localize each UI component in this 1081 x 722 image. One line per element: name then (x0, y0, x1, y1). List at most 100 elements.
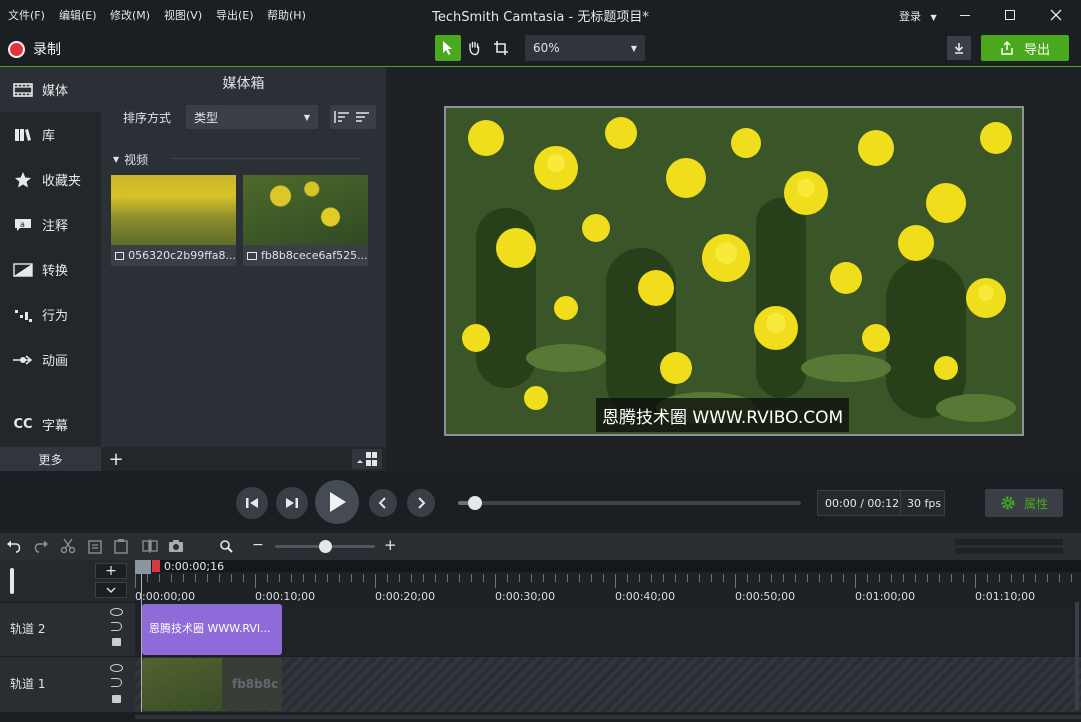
export-label: 导出 (1023, 42, 1050, 58)
menu-file[interactable]: 文件(F) (8, 7, 45, 23)
redo-button[interactable] (33, 538, 49, 557)
horizontal-scrollbar[interactable] (0, 712, 1081, 722)
sort-order-toggle[interactable] (330, 105, 376, 129)
menu-edit[interactable]: 编辑(E) (59, 7, 97, 23)
redo-icon (34, 540, 48, 553)
step-back-button[interactable] (236, 487, 268, 519)
cut-button[interactable] (60, 538, 76, 557)
ruler-tick (795, 574, 796, 582)
vertical-scrollbar[interactable] (1075, 602, 1079, 710)
properties-button[interactable]: 属性 (985, 489, 1063, 517)
view-mode-button[interactable] (352, 449, 382, 469)
media-item[interactable]: fb8b8cece6af525... (243, 175, 368, 266)
link-icon[interactable] (111, 622, 122, 631)
previous-button[interactable] (369, 489, 397, 517)
track-name: 轨道 2 (10, 622, 46, 636)
playhead-start-marker[interactable] (135, 560, 151, 574)
link-icon[interactable] (111, 678, 122, 687)
track-options-button[interactable] (95, 582, 127, 598)
menu-help[interactable]: 帮助(H) (267, 7, 306, 23)
ruler-tick (555, 574, 556, 582)
sidebar-item-behaviors[interactable]: 行为 (0, 292, 101, 337)
lock-icon[interactable] (112, 695, 121, 703)
login-button[interactable]: 登录 ▼ (899, 8, 937, 24)
more-button[interactable]: 更多 (0, 447, 101, 471)
playhead-end-marker[interactable] (152, 560, 160, 572)
chevron-left-icon (378, 497, 386, 509)
close-button[interactable] (1034, 0, 1078, 30)
copy-button[interactable] (88, 539, 102, 557)
sidebar-item-library[interactable]: 库 (0, 112, 101, 157)
ruler-tick (1011, 574, 1012, 582)
section-header-video[interactable]: ▼ 视频 (113, 151, 148, 168)
pan-tool[interactable] (461, 35, 487, 61)
track-lane-1[interactable]: fb8b8c (135, 656, 1081, 712)
zoom-in-button[interactable]: + (384, 536, 397, 554)
track-height-slider[interactable] (10, 568, 14, 594)
track-header-2[interactable]: 轨道 2 (0, 602, 135, 656)
maximize-button[interactable] (988, 0, 1032, 30)
sort-select[interactable]: 类型 ▼ (186, 105, 318, 129)
zoom-select[interactable]: 60% ▼ (525, 35, 645, 61)
download-button[interactable] (947, 36, 971, 60)
camera-icon (169, 540, 183, 552)
annotation-icon: a (12, 216, 34, 234)
ruler-tick (639, 574, 640, 582)
sidebar-item-annotations[interactable]: a 注释 (0, 202, 101, 247)
sidebar-item-media[interactable]: 媒体 (0, 67, 101, 112)
select-tool[interactable] (435, 35, 461, 61)
sidebar-item-animations[interactable]: 动画 (0, 337, 101, 382)
scrollbar-thumb[interactable] (135, 715, 1081, 719)
eye-icon[interactable] (110, 608, 123, 616)
export-button[interactable]: 导出 (981, 35, 1069, 61)
track-lane-2[interactable]: 恩腾技术圈 WWW.RVI... (135, 602, 1081, 656)
ruler-label: 0:00:10;00 (255, 590, 316, 602)
video-clip[interactable]: fb8b8c (142, 658, 282, 711)
watermark-text[interactable]: 恩腾技术圈 WWW.RVIBO.COM (596, 398, 850, 432)
ruler-tick (531, 574, 532, 582)
ruler-tick (339, 574, 340, 582)
menu-view[interactable]: 视图(V) (164, 7, 202, 23)
ruler-tick (255, 574, 256, 588)
undo-button[interactable] (6, 538, 22, 557)
ruler-tick (939, 574, 940, 582)
split-button[interactable] (142, 539, 158, 556)
snapshot-button[interactable] (168, 539, 184, 556)
timeline-zoom-slider[interactable] (275, 540, 375, 553)
ruler-tick (687, 574, 688, 582)
minimize-button[interactable] (943, 0, 987, 30)
sidebar-item-transitions[interactable]: 转换 (0, 247, 101, 292)
sidebar-item-favorites[interactable]: 收藏夹 (0, 157, 101, 202)
sort-descending-icon (356, 112, 369, 122)
add-track-button[interactable]: + (95, 563, 127, 579)
track-header-1[interactable]: 轨道 1 (0, 656, 135, 712)
eye-icon[interactable] (110, 664, 123, 672)
video-preview[interactable]: 恩腾技术圈 WWW.RVIBO.COM (444, 106, 1024, 436)
ruler-tick (219, 574, 220, 582)
add-media-button[interactable]: + (104, 447, 128, 471)
media-thumbnail (111, 175, 236, 245)
annotation-clip[interactable]: 恩腾技术圈 WWW.RVI... (142, 604, 282, 655)
record-icon (8, 40, 25, 58)
timeline-ruler[interactable]: 0:00:00;00 0:00:10;00 0:00:20;00 0:00:30… (135, 560, 1081, 602)
ruler-tick (1035, 574, 1036, 582)
media-item[interactable]: 056320c2b99ffa8... (111, 175, 236, 266)
next-button[interactable] (407, 489, 435, 517)
crop-tool[interactable] (488, 35, 514, 61)
step-forward-button[interactable] (276, 487, 308, 519)
zoom-to-fit-button[interactable] (219, 539, 233, 556)
paste-button[interactable] (114, 538, 128, 557)
scrub-handle[interactable] (468, 496, 483, 510)
ruler-tick (279, 574, 280, 582)
menu-modify[interactable]: 修改(M) (110, 7, 150, 23)
play-button[interactable] (315, 480, 359, 524)
ruler-tick (399, 574, 400, 582)
zoom-slider-handle[interactable] (319, 540, 332, 553)
zoom-out-button[interactable]: − (252, 537, 264, 553)
sidebar-item-captions[interactable]: CC 字幕 (0, 402, 101, 447)
media-bin-panel: 媒体箱 排序方式 类型 ▼ ▼ 视频 056320c2b99ffa8... fb… (101, 67, 386, 471)
menu-export[interactable]: 导出(E) (216, 7, 254, 23)
scrub-bar[interactable] (458, 496, 801, 510)
lock-icon[interactable] (112, 638, 121, 646)
record-button[interactable]: 录制 (8, 39, 61, 59)
